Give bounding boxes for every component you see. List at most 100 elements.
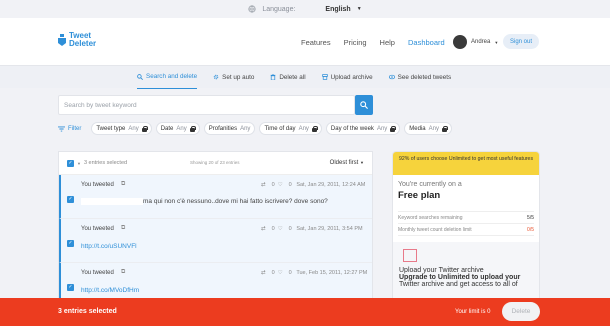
tweet-link[interactable]: http://t.co/uSUNVFl <box>81 243 137 250</box>
filter-day-of-week[interactable]: Day of the week Any <box>325 122 401 135</box>
search-icon <box>137 73 143 80</box>
chip-value: Any <box>176 125 187 132</box>
plan-info: You're currently on a Free plan Keyword … <box>393 175 539 236</box>
chip-value: Any <box>298 125 309 132</box>
select-all-checkbox[interactable]: ✓ <box>67 159 74 167</box>
tab-label: Set up auto <box>222 73 255 81</box>
logo[interactable]: Tweet Deleter <box>58 32 96 48</box>
user-menu[interactable]: Andrea ▼ <box>453 35 498 49</box>
globe-icon <box>248 5 256 13</box>
external-link-icon[interactable]: ⧉ <box>121 225 125 232</box>
lock-icon <box>441 125 448 132</box>
filter-icon <box>58 125 65 132</box>
plan-name: Free plan <box>398 190 441 201</box>
limits: Keyword searches remaining 5/5 Monthly tw… <box>398 211 534 236</box>
tab-deleted-tweets[interactable]: See deleted tweets <box>388 66 452 89</box>
user-name: Andrea <box>471 39 491 45</box>
selection-count: 3 entries selected <box>58 308 117 315</box>
retweet-count: 0 <box>271 226 275 232</box>
gift-icon <box>403 249 417 262</box>
row-checkbox[interactable]: ✓ <box>67 284 74 291</box>
tab-label: Upload archive <box>330 73 373 81</box>
chip-name: Media <box>409 125 426 132</box>
language-select[interactable]: English <box>325 6 350 13</box>
gear-icon <box>213 74 219 80</box>
redacted-block <box>81 198 143 205</box>
retweet-count: 0 <box>271 182 275 188</box>
limit-label: Monthly tweet count deletion limit <box>398 226 472 233</box>
list-header: ✓ ▼ 3 entries selected Showing 20 of 23 … <box>59 152 372 175</box>
nav-pricing[interactable]: Pricing <box>344 38 367 47</box>
tweet-date: Sat, Jan 29, 2011, 12:24 AM <box>296 182 366 188</box>
lock-icon <box>141 125 148 132</box>
chip-name: Date <box>160 125 174 132</box>
chevron-down-icon[interactable]: ▼ <box>357 6 362 12</box>
limit-value: 5/5 <box>527 214 534 221</box>
sort-select[interactable]: Oldest first ▼ <box>330 160 364 166</box>
row-checkbox[interactable]: ✓ <box>67 196 74 203</box>
selected-count: 3 entries selected <box>83 160 128 166</box>
filter-label[interactable]: Filter <box>58 126 81 132</box>
upload-title: Upload your Twitter archive <box>399 267 484 274</box>
language-bar: Language: English ▼ <box>0 0 610 18</box>
tweet-meta: ⇄ 0 ♡ 0 Tue, Feb 15, 2011, 12:27 PM <box>261 270 367 276</box>
signout-button[interactable]: Sign out <box>503 34 539 49</box>
delete-button[interactable]: Delete <box>502 302 540 321</box>
search-button[interactable] <box>355 95 373 115</box>
search-icon <box>360 101 368 109</box>
limit-text: Your limit is 0 <box>455 309 491 315</box>
tweet-list: ✓ ▼ 3 entries selected Showing 20 of 23 … <box>58 151 373 301</box>
limit-label: Keyword searches remaining <box>398 214 463 221</box>
tweet-row[interactable]: ✓ You tweeted ⧉ ⇄ 0 ♡ 0 Sat, Jan 29, 2011,… <box>59 219 372 263</box>
filter-media[interactable]: Media Any <box>404 122 452 135</box>
retweet-icon: ⇄ <box>261 182 266 188</box>
nav-features[interactable]: Features <box>301 38 331 47</box>
tweet-row[interactable]: ✓ You tweeted ⧉ ⇄ 0 ♡ 0 Tue, Feb 15, 2011,… <box>59 263 372 300</box>
dashboard-tabs: Search and delete Set up auto Delete all… <box>0 65 610 89</box>
avatar[interactable] <box>453 35 467 49</box>
header: Tweet Deleter Features Pricing Help Dash… <box>0 18 610 65</box>
tab-upload-archive[interactable]: Upload archive <box>321 66 373 89</box>
tweet-text-line: ma qui non c'è nessuno..dove mi hai fatt… <box>81 198 328 205</box>
showing-count: Showing 20 of 23 entries <box>190 160 240 165</box>
tweet-date: Tue, Feb 15, 2011, 12:27 PM <box>296 270 368 276</box>
upload-promo: Upload your Twitter archive Upgrade to U… <box>393 242 539 300</box>
like-count: 0 <box>288 226 292 232</box>
tab-search-delete[interactable]: Search and delete <box>137 66 198 89</box>
current-plan-label: You're currently on a <box>398 181 462 188</box>
tweet-row[interactable]: ✓ You tweeted ⧉ ⇄ 0 ♡ 0 Sat, Jan 29, 2011,… <box>59 175 372 219</box>
retweet-count: 0 <box>271 270 275 276</box>
tab-set-up-auto[interactable]: Set up auto <box>213 66 254 89</box>
external-link-icon[interactable]: ⧉ <box>121 181 125 188</box>
row-checkbox[interactable]: ✓ <box>67 240 74 247</box>
brand-line2: Deleter <box>69 39 97 48</box>
filter-profanities[interactable]: Profanities Any <box>203 122 256 135</box>
retweet-icon: ⇄ <box>261 226 266 232</box>
chip-name: Profanities <box>208 125 238 132</box>
tweet-link[interactable]: http://t.co/MVoDfHm <box>81 287 139 294</box>
tweet-meta: ⇄ 0 ♡ 0 Sat, Jan 29, 2011, 12:24 AM <box>261 182 365 188</box>
tweet-type: You tweeted <box>81 182 114 188</box>
tab-label: See deleted tweets <box>397 73 452 81</box>
external-link-icon[interactable]: ⧉ <box>121 269 125 276</box>
language-label: Language: <box>262 5 296 13</box>
nav-dashboard[interactable]: Dashboard <box>408 38 445 47</box>
tweet-type: You tweeted <box>81 226 114 232</box>
eye-icon <box>388 74 395 80</box>
filter-tweet-type[interactable]: Tweet type Any <box>91 122 152 135</box>
chevron-down-icon[interactable]: ▼ <box>77 161 81 166</box>
chip-value: Any <box>128 125 139 132</box>
filter-bar: Filter Tweet type Any Date Any Profanities… <box>58 122 452 135</box>
retweet-icon: ⇄ <box>261 270 266 276</box>
nav-help[interactable]: Help <box>380 38 395 47</box>
limit-value: 0/5 <box>527 226 534 233</box>
heart-icon: ♡ <box>277 182 283 188</box>
limit-row: Monthly tweet count deletion limit 0/5 <box>398 224 534 236</box>
search-input[interactable]: Search by tweet keyword <box>58 95 355 115</box>
filter-date[interactable]: Date Any <box>155 122 200 135</box>
chip-name: Time of day <box>264 125 296 132</box>
chevron-down-icon: ▼ <box>494 39 499 45</box>
tab-delete-all[interactable]: Delete all <box>270 66 306 89</box>
lock-icon <box>189 125 196 132</box>
filter-time-of-day[interactable]: Time of day Any <box>259 122 322 135</box>
